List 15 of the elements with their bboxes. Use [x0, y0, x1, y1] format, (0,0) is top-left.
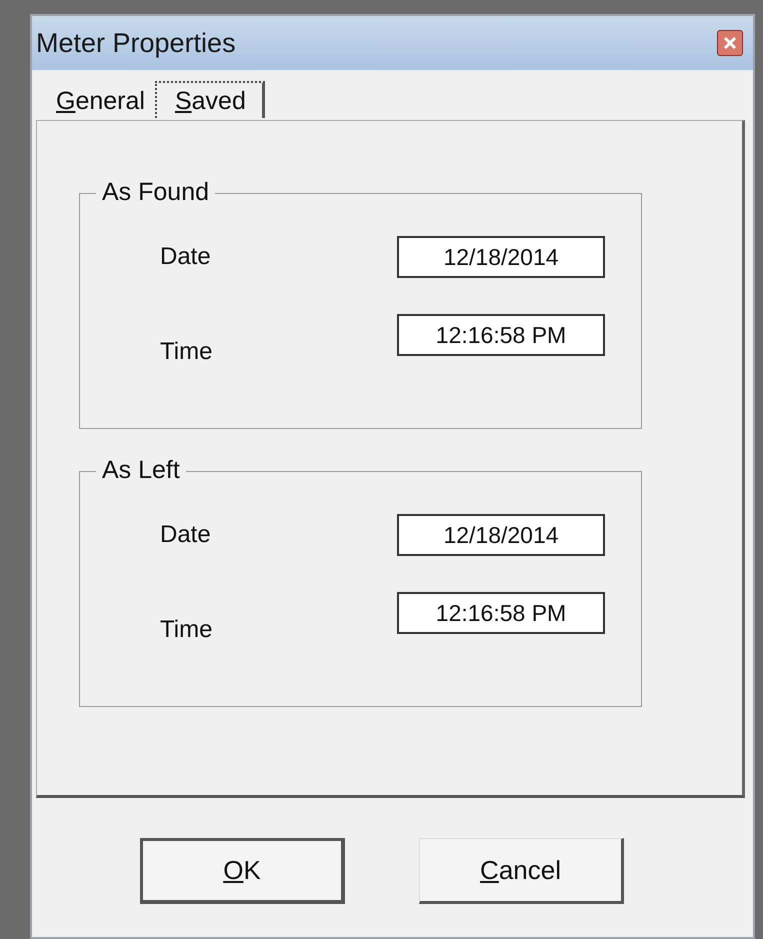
input-field[interactable]: 12/18/2014	[397, 236, 605, 278]
field-label: Time	[160, 338, 212, 366]
close-button[interactable]	[717, 30, 743, 56]
dialog-button[interactable]: OK	[140, 838, 345, 904]
close-icon	[722, 35, 738, 51]
input-field[interactable]: 12:16:58 PM	[397, 592, 605, 634]
window-title: Meter Properties	[36, 28, 236, 58]
field-label: Date	[160, 243, 211, 271]
dialog-button[interactable]: Cancel	[419, 838, 624, 904]
input-field[interactable]: 12:16:58 PM	[397, 314, 605, 356]
tab[interactable]: Saved	[154, 81, 265, 118]
field-label: Date	[160, 521, 211, 549]
field-label: Time	[160, 616, 212, 644]
tab[interactable]: General	[46, 83, 155, 120]
input-field[interactable]: 12/18/2014	[397, 514, 605, 556]
